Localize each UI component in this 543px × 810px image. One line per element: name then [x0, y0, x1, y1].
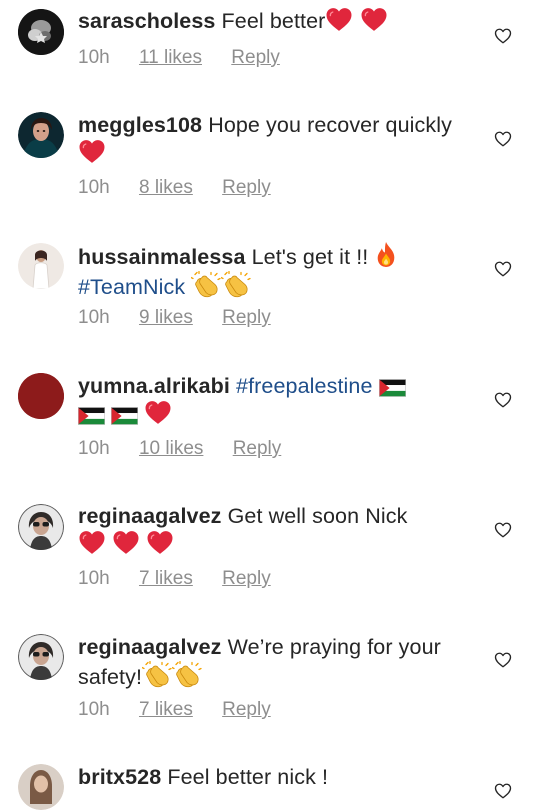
comment-time: 10h	[78, 307, 110, 328]
comment-text: hussainmalessa Let's get it !! #TeamNick	[78, 241, 473, 301]
avatar[interactable]	[18, 764, 64, 810]
avatar[interactable]	[18, 9, 64, 55]
avatar[interactable]	[18, 373, 64, 419]
comment-username[interactable]: yumna.alrikabi	[78, 374, 230, 398]
likes-link[interactable]: 9 likes	[139, 307, 193, 329]
comment-body: sarascholess Feel better 10h 11 likes Re…	[78, 7, 473, 68]
fire-icon	[374, 241, 398, 268]
red-heart-icon	[144, 400, 172, 425]
comment-text: sarascholess Feel better	[78, 7, 473, 35]
comment-body: britx528 Feel better nick !	[78, 763, 473, 791]
comment-body: yumna.alrikabi #freepalestine 10h 10 lik…	[78, 372, 473, 459]
comment-username[interactable]: britx528	[78, 765, 161, 789]
likes-link[interactable]: 10 likes	[139, 438, 203, 460]
avatar[interactable]	[18, 243, 64, 289]
comment-body: reginaagalvez Get well soon Nick 10h 7 l…	[78, 502, 473, 589]
comment-time: 10h	[78, 47, 110, 68]
reply-button[interactable]: Reply	[222, 699, 271, 721]
hashtag-link[interactable]: #TeamNick	[78, 275, 185, 299]
comment-meta: 10h 11 likes Reply	[78, 47, 280, 69]
reply-button[interactable]: Reply	[222, 307, 271, 329]
comment-meta: 10h 8 likes Reply	[78, 177, 271, 199]
red-heart-icon	[112, 530, 140, 555]
comment-message: Let's get it !!	[251, 245, 369, 269]
red-heart-icon	[78, 530, 106, 555]
red-heart-icon	[360, 7, 388, 32]
hashtag-link[interactable]: #freepalestine	[236, 374, 372, 398]
comment-message: Hope you recover quickly	[208, 113, 452, 137]
likes-link[interactable]: 7 likes	[139, 568, 193, 590]
comment-username[interactable]: sarascholess	[78, 9, 215, 33]
comment-time: 10h	[78, 177, 110, 198]
clapping-hands-icon	[191, 271, 221, 298]
comment-meta: 10h 7 likes Reply	[78, 699, 271, 721]
reply-button[interactable]: Reply	[222, 177, 271, 199]
heart-outline-icon[interactable]	[494, 391, 512, 409]
palestine-flag-icon	[379, 379, 406, 397]
comment-body: meggles108 Hope you recover quickly 10h …	[78, 111, 473, 198]
likes-link[interactable]: 8 likes	[139, 177, 193, 199]
heart-outline-icon[interactable]	[494, 27, 512, 45]
palestine-flag-icon	[78, 407, 105, 425]
comment-text: yumna.alrikabi #freepalestine	[78, 372, 473, 428]
likes-link[interactable]: 7 likes	[139, 699, 193, 721]
comment-username[interactable]: reginaagalvez	[78, 504, 222, 528]
comment-body: hussainmalessa Let's get it !! #TeamNick…	[78, 241, 473, 328]
red-heart-icon	[146, 530, 174, 555]
red-heart-icon	[325, 7, 353, 32]
comment-body: reginaagalvez We’re praying for your saf…	[78, 633, 473, 720]
comment-username[interactable]: reginaagalvez	[78, 635, 222, 659]
comment-meta: 10h 7 likes Reply	[78, 568, 271, 590]
heart-outline-icon[interactable]	[494, 130, 512, 148]
comment-username[interactable]: hussainmalessa	[78, 245, 246, 269]
comment-message: Get well soon Nick	[227, 504, 408, 528]
reply-button[interactable]: Reply	[233, 438, 282, 460]
avatar[interactable]	[18, 112, 64, 158]
avatar[interactable]	[18, 504, 64, 550]
heart-outline-icon[interactable]	[494, 260, 512, 278]
comment-meta: 10h 9 likes Reply	[78, 307, 271, 329]
reply-button[interactable]: Reply	[222, 568, 271, 590]
clapping-hands-icon	[172, 661, 202, 688]
red-heart-icon	[78, 139, 106, 164]
comment-time: 10h	[78, 568, 110, 589]
heart-outline-icon[interactable]	[494, 782, 512, 800]
comment-text: reginaagalvez We’re praying for your saf…	[78, 633, 473, 691]
comment-text: meggles108 Hope you recover quickly	[78, 111, 473, 167]
comment-meta: 10h 10 likes Reply	[78, 438, 281, 460]
heart-outline-icon[interactable]	[494, 521, 512, 539]
avatar[interactable]	[18, 634, 64, 680]
clapping-hands-icon	[221, 271, 251, 298]
comment-message: Feel better nick !	[167, 765, 329, 789]
comment-text: reginaagalvez Get well soon Nick	[78, 502, 473, 558]
comment-username[interactable]: meggles108	[78, 113, 202, 137]
comment-time: 10h	[78, 438, 110, 459]
palestine-flag-icon	[111, 407, 138, 425]
clapping-hands-icon	[142, 661, 172, 688]
comment-time: 10h	[78, 699, 110, 720]
comment-text: britx528 Feel better nick !	[78, 763, 473, 791]
likes-link[interactable]: 11 likes	[139, 47, 202, 69]
heart-outline-icon[interactable]	[494, 651, 512, 669]
reply-button[interactable]: Reply	[231, 47, 280, 69]
comment-message: Feel better	[221, 9, 326, 33]
